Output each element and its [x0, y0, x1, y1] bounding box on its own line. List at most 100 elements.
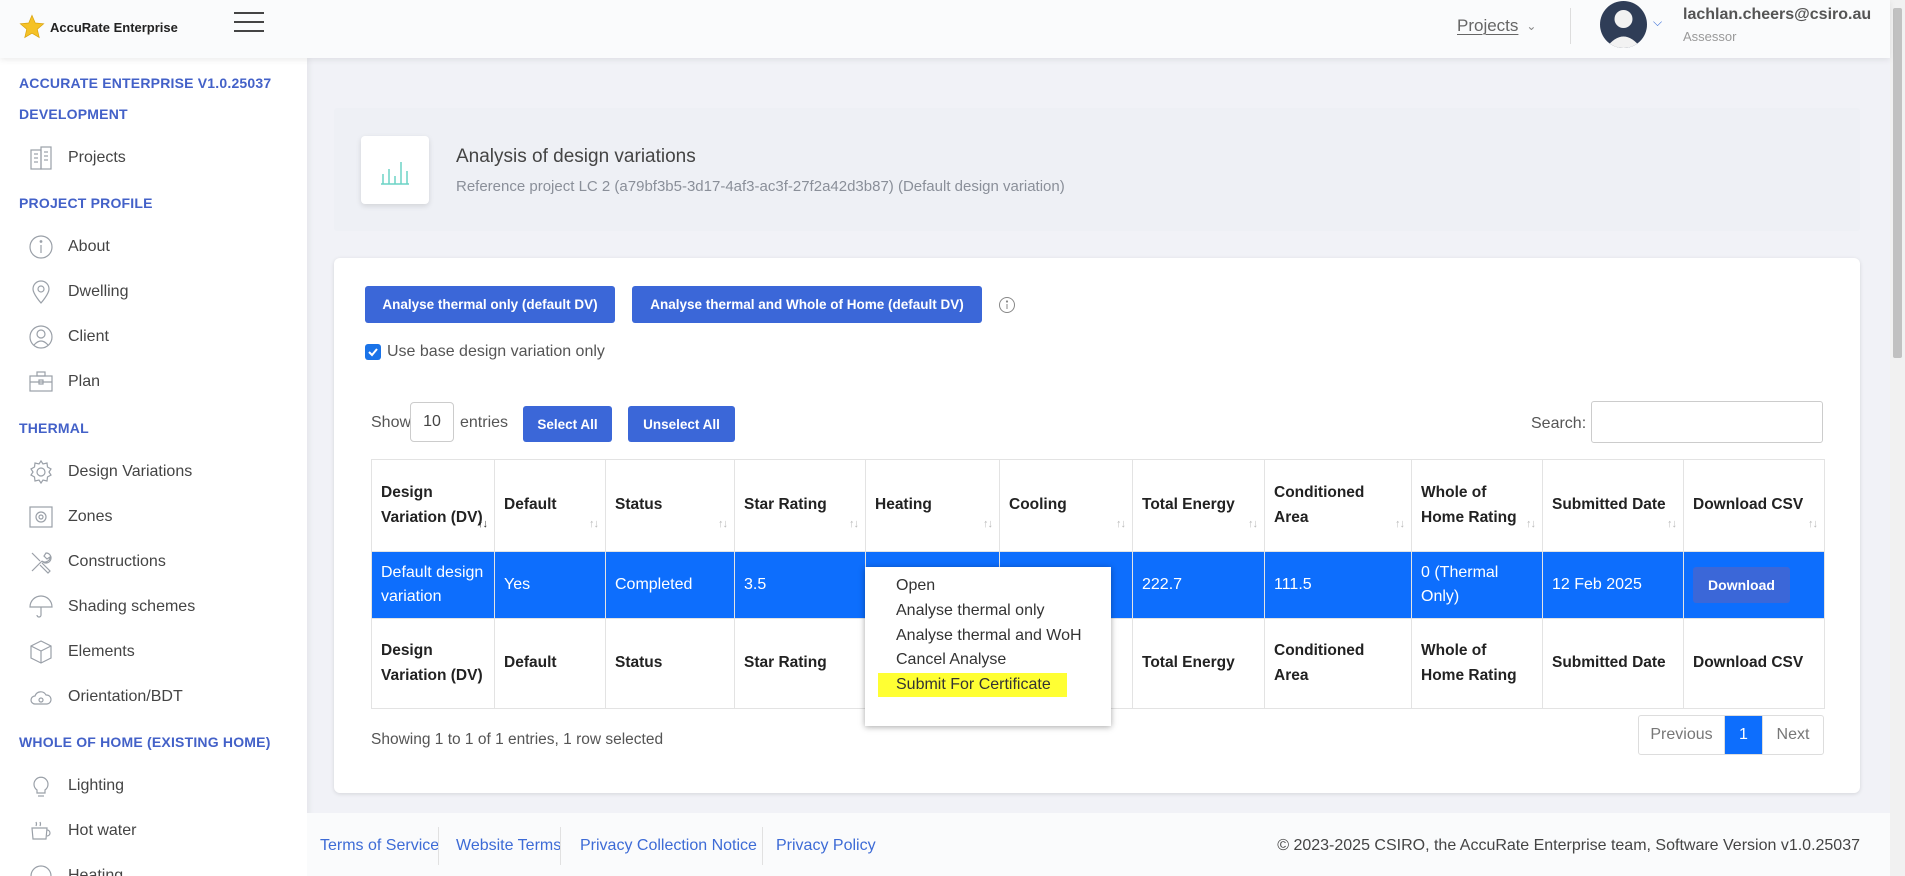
- header-text: Conditioned Area: [1274, 484, 1365, 526]
- sort-icon: ↑↓: [1116, 517, 1126, 530]
- sidebar-item-label: Elements: [68, 643, 135, 660]
- lightbulb-icon: [33, 776, 49, 797]
- search-input[interactable]: [1591, 401, 1823, 443]
- cell-total-energy: 222.7: [1132, 551, 1265, 619]
- sidebar-item-lighting[interactable]: Lighting: [28, 772, 124, 800]
- sidebar: ACCURATE ENTERPRISE V1.0.25037 DEVELOPME…: [0, 58, 307, 876]
- cell-submitted-date: 12 Feb 2025: [1542, 551, 1684, 619]
- user-avatar-icon: [1606, 10, 1641, 48]
- cloud-sun-icon: [30, 691, 52, 705]
- sidebar-item-elements[interactable]: Elements: [28, 638, 135, 666]
- menu-toggle-icon[interactable]: [234, 12, 264, 32]
- footer-download-csv: Download CSV: [1683, 618, 1825, 709]
- select-all-button[interactable]: Select All: [523, 406, 612, 442]
- sidebar-item-orientation[interactable]: Orientation/BDT: [28, 683, 183, 711]
- use-base-dv-checkbox-group[interactable]: Use base design variation only: [365, 343, 605, 361]
- projects-nav-dropdown[interactable]: Projects ⌄: [1457, 16, 1536, 36]
- sidebar-item-label: Orientation/BDT: [68, 688, 183, 705]
- menu-item-open[interactable]: Open: [896, 574, 935, 598]
- page-scrollbar[interactable]: [1890, 0, 1905, 876]
- page-title: Analysis of design variations: [456, 146, 696, 167]
- analyse-thermal-woh-button[interactable]: Analyse thermal and Whole of Home (defau…: [632, 286, 982, 323]
- cube-icon: [30, 640, 52, 664]
- entries-length-select[interactable]: 10: [410, 402, 454, 442]
- menu-item-analyse-thermal-woh[interactable]: Analyse thermal and WoH: [896, 624, 1082, 648]
- header-text: Heating: [875, 496, 932, 514]
- analyse-thermal-button[interactable]: Analyse thermal only (default DV): [365, 286, 615, 323]
- sidebar-item-constructions[interactable]: Constructions: [28, 548, 166, 576]
- use-base-dv-checkbox[interactable]: [365, 344, 381, 360]
- footer-conditioned-area: Conditioned Area: [1264, 618, 1412, 709]
- footer-submitted-date: Submitted Date: [1542, 618, 1684, 709]
- header-text: Cooling: [1009, 496, 1067, 514]
- sidebar-item-heating[interactable]: Heating: [28, 862, 123, 876]
- col-header-star-rating[interactable]: Star Rating ↑↓: [734, 459, 866, 552]
- col-header-total-energy[interactable]: Total Energy ↑↓: [1132, 459, 1265, 552]
- use-base-dv-label: Use base design variation only: [387, 343, 605, 360]
- download-button[interactable]: Download: [1693, 567, 1790, 603]
- sidebar-item-zones[interactable]: Zones: [28, 503, 112, 531]
- col-header-cooling[interactable]: Cooling ↑↓: [999, 459, 1133, 552]
- sort-icon: ↑↓: [849, 517, 859, 530]
- zones-icon: [29, 506, 53, 528]
- sidebar-item-label: Lighting: [68, 777, 125, 794]
- footer-link-privacy-notice[interactable]: Privacy Collection Notice: [580, 837, 757, 855]
- sidebar-item-label: Client: [68, 328, 109, 345]
- cell-status: Completed: [605, 551, 735, 619]
- avatar[interactable]: [1600, 1, 1647, 48]
- sidebar-item-dwelling[interactable]: Dwelling: [28, 278, 128, 306]
- menu-item-cancel-analyse[interactable]: Cancel Analyse: [896, 648, 1006, 672]
- sort-icon: ↑↓: [1395, 517, 1405, 530]
- header-icon-box: [361, 136, 429, 204]
- pagination: Previous 1 Next: [1638, 715, 1824, 755]
- footer-link-privacy-policy[interactable]: Privacy Policy: [776, 837, 876, 855]
- sidebar-item-design-variations[interactable]: Design Variations: [28, 458, 192, 486]
- bar-chart-icon: [381, 162, 409, 185]
- user-menu-chevron-icon[interactable]: ⌵: [1653, 15, 1662, 30]
- sort-icon: ↑↓: [1808, 517, 1818, 530]
- menu-item-analyse-thermal[interactable]: Analyse thermal only: [896, 599, 1045, 623]
- brand-name: AccuRate Enterprise: [50, 19, 178, 35]
- pagination-previous[interactable]: Previous: [1639, 716, 1725, 754]
- header-text: Status: [615, 496, 663, 514]
- footer-link-terms-of-service[interactable]: Terms of Service: [320, 837, 439, 855]
- table-header-row: Design Variation (DV) ↑↓ Default ↑↓ Status…: [371, 459, 1825, 552]
- sidebar-item-plan[interactable]: Plan: [28, 368, 100, 396]
- app-logo[interactable]: AccuRate Enterprise: [18, 13, 178, 41]
- sidebar-item-client[interactable]: Client: [28, 323, 109, 351]
- sort-icon: ↑↓: [1667, 517, 1677, 530]
- col-header-dv[interactable]: Design Variation (DV) ↑↓: [371, 459, 495, 552]
- sidebar-section-whole-of-home: WHOLE OF HOME (EXISTING HOME): [19, 734, 271, 750]
- map-pin-icon: [32, 280, 50, 304]
- show-label: Show: [371, 414, 412, 431]
- tools-icon: [31, 552, 52, 574]
- pagination-next[interactable]: Next: [1762, 716, 1823, 754]
- sidebar-item-projects[interactable]: Projects: [28, 144, 126, 172]
- menu-item-submit-certificate[interactable]: Submit For Certificate: [878, 673, 1067, 697]
- sidebar-item-label: Heating: [68, 867, 124, 876]
- sidebar-item-shading-schemes[interactable]: Shading schemes: [28, 593, 195, 621]
- sidebar-item-hot-water[interactable]: Hot water: [28, 817, 136, 845]
- footer-link-website-terms[interactable]: Website Terms: [456, 837, 561, 855]
- top-bar: AccuRate Enterprise Projects ⌄ ⌵ lachlan…: [0, 0, 1890, 58]
- col-header-submitted-date[interactable]: Submitted Date ↑↓: [1542, 459, 1684, 552]
- col-header-conditioned-area[interactable]: Conditioned Area ↑↓: [1264, 459, 1412, 552]
- sidebar-item-label: Shading schemes: [68, 598, 196, 615]
- info-circle-icon[interactable]: [998, 296, 1016, 314]
- chevron-down-icon: ⌄: [1526, 19, 1537, 33]
- scrollbar-thumb[interactable]: [1893, 8, 1902, 358]
- col-header-heating[interactable]: Heating ↑↓: [865, 459, 1000, 552]
- col-header-default[interactable]: Default ↑↓: [494, 459, 606, 552]
- search-label: Search:: [1531, 415, 1587, 432]
- table-info: Showing 1 to 1 of 1 entries, 1 row selec…: [371, 731, 664, 748]
- col-header-status[interactable]: Status ↑↓: [605, 459, 735, 552]
- col-header-woh-rating[interactable]: Whole of Home Rating ↑↓: [1411, 459, 1543, 552]
- entries-label: entries: [460, 414, 509, 431]
- user-role: Assessor: [1683, 29, 1737, 44]
- sidebar-item-about[interactable]: About: [28, 233, 110, 261]
- unselect-all-button[interactable]: Unselect All: [628, 406, 735, 442]
- pagination-page-1[interactable]: 1: [1725, 716, 1762, 754]
- cell-download: Download: [1683, 551, 1825, 619]
- header-divider: [1570, 8, 1571, 44]
- col-header-download-csv[interactable]: Download CSV ↑↓: [1683, 459, 1825, 552]
